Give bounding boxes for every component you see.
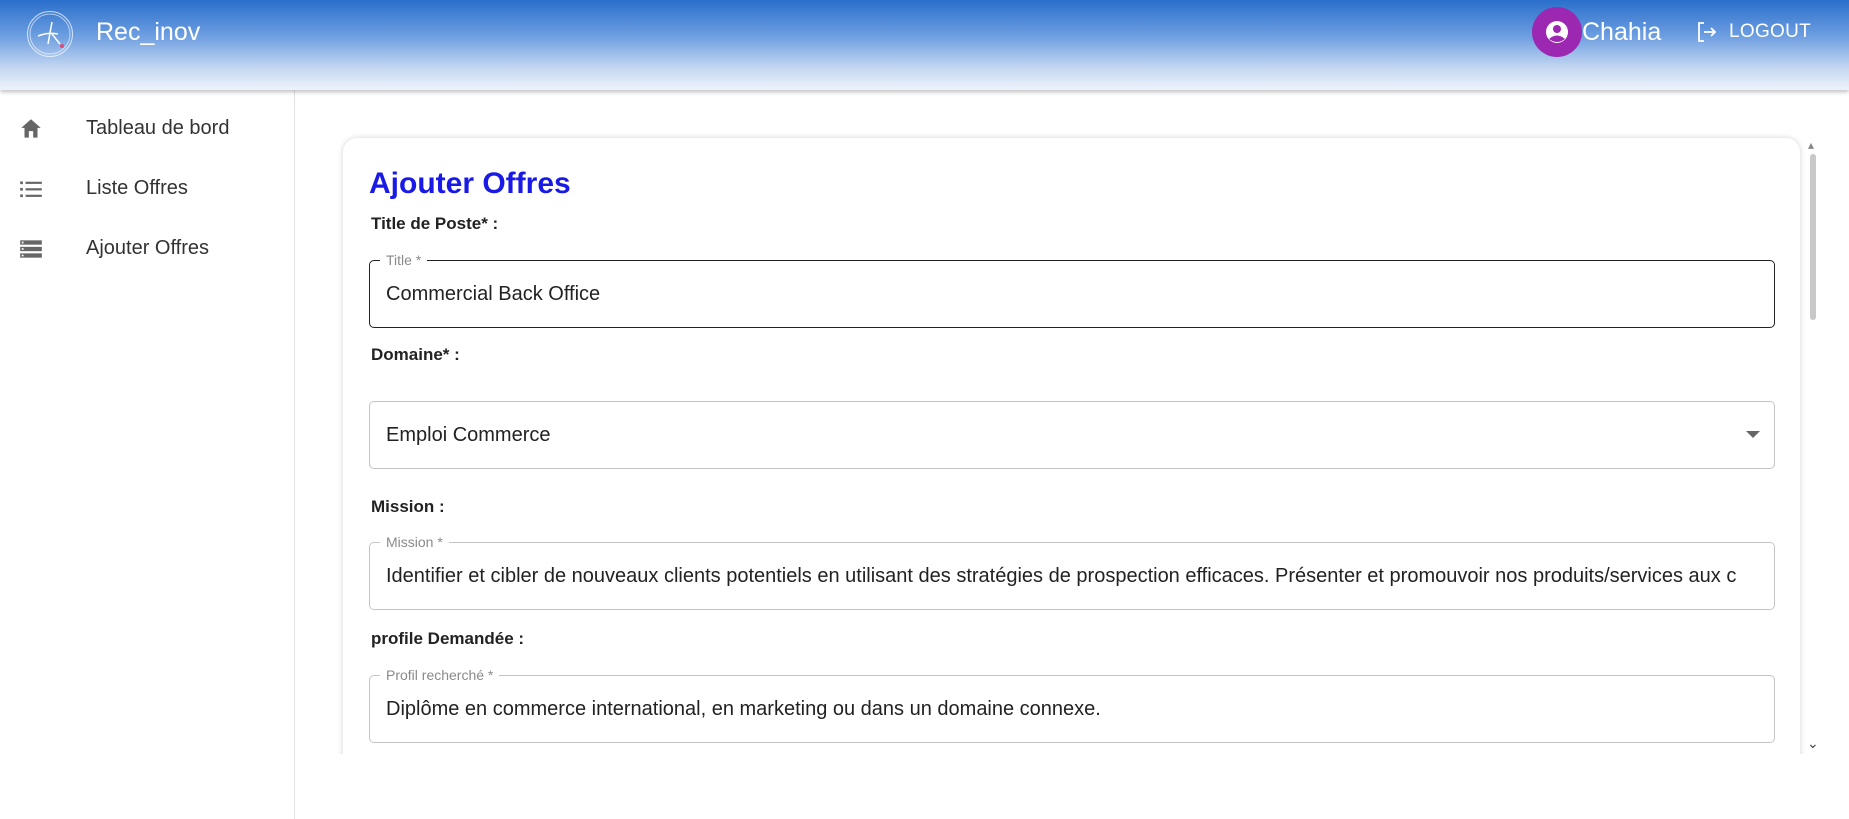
form-scrollbar[interactable]: ▴ ⌄ [1806,138,1820,754]
app-title: Rec_inov [96,18,201,46]
main-content: Ajouter Offres Title de Poste* : Title *… [0,0,1849,754]
scroll-down-icon[interactable]: ⌄ [1807,735,1819,752]
title-input-legend: Title * [380,252,428,268]
domaine-section-label: Domaine* : [371,345,460,364]
title-input[interactable]: Title * Commercial Back Office [369,252,1775,328]
profil-input[interactable]: Profil recherché * Diplôme en commerce i… [369,667,1775,743]
account-circle-icon [1546,21,1568,43]
page-title: Ajouter Offres [369,167,571,200]
logout-icon [1698,22,1717,42]
mission-section-label: Mission : [371,497,445,516]
logout-label: LOGOUT [1729,21,1812,42]
profil-section-label: profile Demandée : [371,629,525,648]
domaine-select-value: Emploi Commerce [386,424,551,446]
mission-input-legend: Mission * [380,534,449,550]
scroll-up-icon[interactable]: ▴ [1808,138,1814,152]
domaine-select[interactable]: Emploi Commerce [369,401,1775,469]
mission-input-value: Identifier et cibler de nouveaux clients… [386,565,1737,587]
profil-input-legend: Profil recherché * [380,667,500,683]
mission-input[interactable]: Mission * Identifier et cibler de nouvea… [369,534,1775,610]
profil-input-value: Diplôme en commerce international, en ma… [386,698,1101,720]
app-logo-icon[interactable] [27,11,73,57]
scroll-thumb[interactable] [1810,154,1816,320]
dropdown-arrow-icon [1746,431,1760,438]
app-header: Rec_inov Chahia LOGOUT [0,0,1849,90]
user-name: Chahia [1582,18,1662,46]
title-input-value: Commercial Back Office [386,283,601,305]
logout-button[interactable]: LOGOUT [1695,16,1811,48]
user-avatar[interactable] [1532,7,1582,57]
poste-section-label: Title de Poste* : [371,214,499,233]
